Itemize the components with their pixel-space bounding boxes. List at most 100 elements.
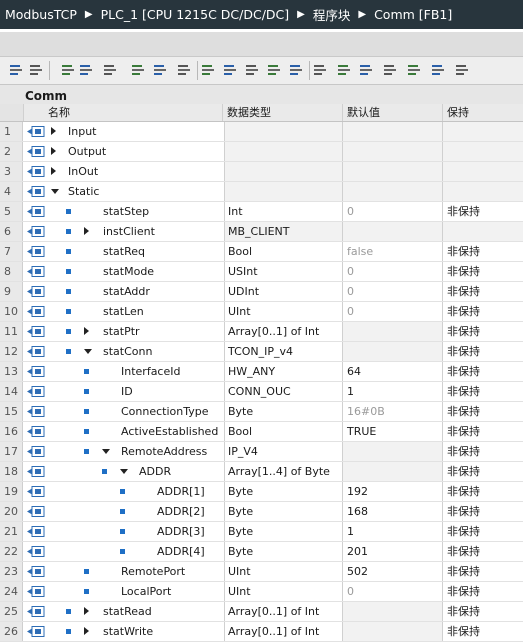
insert-row-icon[interactable] [8, 62, 25, 78]
row-name[interactable]: statAddr [103, 282, 223, 301]
network-icon[interactable] [222, 62, 239, 78]
row-retain[interactable] [443, 122, 523, 141]
row-retain[interactable]: 非保持 [443, 242, 523, 261]
row-name[interactable]: ConnectionType [121, 402, 223, 421]
header-datatype[interactable]: 数据类型 [224, 104, 343, 121]
table-row[interactable]: 21 ADDR[3] Byte 1 非保持 [0, 522, 523, 542]
arrow-icon[interactable] [454, 62, 471, 78]
table-row[interactable]: 10 statLen UInt 0 非保持 [0, 302, 523, 322]
row-retain[interactable]: 非保持 [443, 502, 523, 521]
row-retain[interactable]: 非保持 [443, 402, 523, 421]
row-datatype[interactable]: Bool [224, 422, 343, 441]
header-default[interactable]: 默认值 [343, 104, 443, 121]
pen-icon[interactable] [176, 62, 193, 78]
row-default-value[interactable]: 0 [343, 302, 443, 321]
sort-icon[interactable] [430, 62, 447, 78]
collapse-arrow-icon[interactable] [102, 449, 110, 454]
row-datatype[interactable]: UInt [224, 302, 343, 321]
row-retain[interactable]: 非保持 [443, 262, 523, 281]
breadcrumb-program-blocks[interactable]: 程序块 [313, 5, 351, 24]
row-datatype[interactable]: Int [224, 202, 343, 221]
row-retain[interactable]: 非保持 [443, 422, 523, 441]
collapse-arrow-icon[interactable] [120, 469, 128, 474]
row-name[interactable]: statMode [103, 262, 223, 281]
row-default-value[interactable]: 1 [343, 382, 443, 401]
row-retain[interactable] [443, 182, 523, 201]
table-row[interactable]: 22 ADDR[4] Byte 201 非保持 [0, 542, 523, 562]
breadcrumb-project[interactable]: ModbusTCP [5, 7, 77, 22]
row-datatype[interactable]: Array[0..1] of Int [224, 602, 343, 621]
row-default-value[interactable]: 0 [343, 202, 443, 221]
header-name[interactable]: 名称 [24, 104, 223, 121]
table-row[interactable]: 4 Static [0, 182, 523, 202]
row-datatype[interactable] [224, 122, 343, 141]
table-row[interactable]: 20 ADDR[2] Byte 168 非保持 [0, 502, 523, 522]
row-name[interactable]: InterfaceId [121, 362, 223, 381]
row-default-value[interactable]: 0 [343, 262, 443, 281]
cam-icon[interactable] [244, 62, 261, 78]
row-default-value[interactable] [343, 162, 443, 181]
row-default-value[interactable]: 0 [343, 282, 443, 301]
row-name[interactable]: statWrite [103, 622, 223, 641]
monitor-icon[interactable] [78, 62, 95, 78]
table-row[interactable]: 19 ADDR[1] Byte 192 非保持 [0, 482, 523, 502]
row-name[interactable]: Input [68, 122, 223, 141]
row-default-value[interactable]: false [343, 242, 443, 261]
row-datatype[interactable]: UDInt [224, 282, 343, 301]
indent-icon[interactable] [336, 62, 353, 78]
table-row[interactable]: 2 Output [0, 142, 523, 162]
table-row[interactable]: 1 Input [0, 122, 523, 142]
row-retain[interactable] [443, 142, 523, 161]
row-name[interactable]: ADDR[3] [157, 522, 223, 541]
row-name[interactable]: RemoteAddress [121, 442, 223, 461]
row-name[interactable]: ADDR[1] [157, 482, 223, 501]
row-default-value[interactable]: TRUE [343, 422, 443, 441]
row-retain[interactable]: 非保持 [443, 342, 523, 361]
row-datatype[interactable]: Array[1..4] of Byte [224, 462, 343, 481]
table-row[interactable]: 23 RemotePort UInt 502 非保持 [0, 562, 523, 582]
row-name[interactable]: Output [68, 142, 223, 161]
row-retain[interactable]: 非保持 [443, 542, 523, 561]
collapse-arrow-icon[interactable] [51, 189, 59, 194]
row-datatype[interactable]: UInt [224, 582, 343, 601]
table-row[interactable]: 26 statWrite Array[0..1] of Int 非保持 [0, 622, 523, 642]
row-default-value[interactable] [343, 622, 443, 641]
outdent-icon[interactable] [358, 62, 375, 78]
breadcrumb-block[interactable]: Comm [FB1] [374, 7, 452, 22]
row-datatype[interactable]: Byte [224, 542, 343, 561]
table-row[interactable]: 9 statAddr UDInt 0 非保持 [0, 282, 523, 302]
row-retain[interactable]: 非保持 [443, 482, 523, 501]
row-name[interactable]: Static [68, 182, 223, 201]
table-row[interactable]: 7 statReq Bool false 非保持 [0, 242, 523, 262]
row-default-value[interactable] [343, 142, 443, 161]
row-datatype[interactable]: IP_V4 [224, 442, 343, 461]
breadcrumb-plc[interactable]: PLC_1 [CPU 1215C DC/DC/DC] [101, 7, 290, 22]
row-name[interactable]: RemotePort [121, 562, 223, 581]
snapshot-icon[interactable] [266, 62, 283, 78]
row-retain[interactable] [443, 162, 523, 181]
row-retain[interactable]: 非保持 [443, 322, 523, 341]
row-default-value[interactable]: 168 [343, 502, 443, 521]
row-datatype[interactable]: CONN_OUC [224, 382, 343, 401]
table-row[interactable]: 6 instClient MB_CLIENT [0, 222, 523, 242]
row-retain[interactable]: 非保持 [443, 302, 523, 321]
row-default-value[interactable]: 16#0B [343, 402, 443, 421]
row-retain[interactable]: 非保持 [443, 562, 523, 581]
load-icon[interactable] [312, 62, 329, 78]
table-row[interactable]: 11 statPtr Array[0..1] of Int 非保持 [0, 322, 523, 342]
row-retain[interactable]: 非保持 [443, 442, 523, 461]
table-row[interactable]: 24 LocalPort UInt 0 非保持 [0, 582, 523, 602]
row-retain[interactable]: 非保持 [443, 522, 523, 541]
row-retain[interactable] [443, 222, 523, 241]
row-datatype[interactable]: Bool [224, 242, 343, 261]
compare-icon[interactable] [406, 62, 423, 78]
row-name[interactable]: ADDR [139, 462, 223, 481]
row-name[interactable]: statReq [103, 242, 223, 261]
row-datatype[interactable]: Array[0..1] of Int [224, 322, 343, 341]
row-name[interactable]: ActiveEstablished [121, 422, 223, 441]
row-default-value[interactable]: 502 [343, 562, 443, 581]
declaration-icon[interactable] [60, 62, 77, 78]
row-retain[interactable]: 非保持 [443, 282, 523, 301]
collapse-arrow-icon[interactable] [84, 349, 92, 354]
table-row[interactable]: 3 InOut [0, 162, 523, 182]
